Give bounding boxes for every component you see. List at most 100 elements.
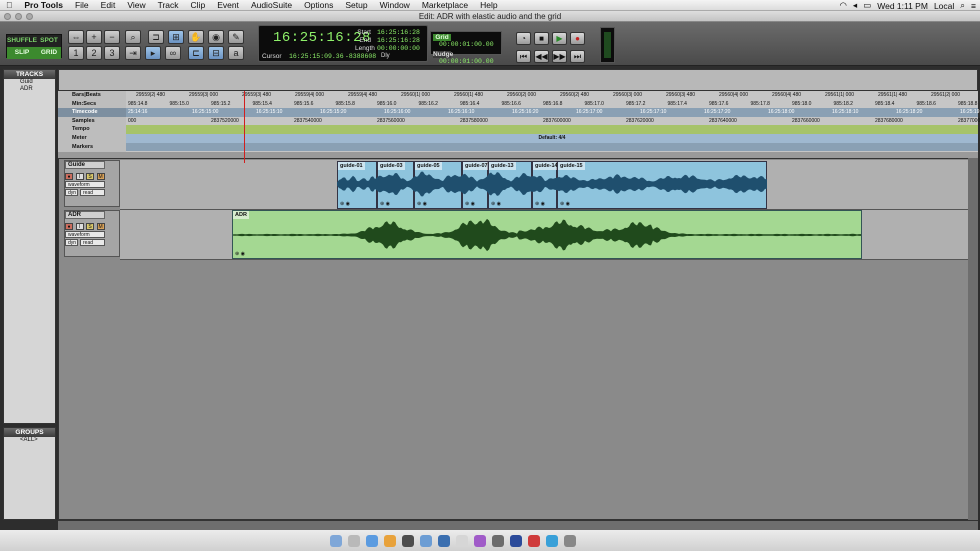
automation-mode[interactable]: read [80,239,105,246]
solo-button[interactable]: S [86,173,95,180]
menu-edit[interactable]: Edit [95,0,122,10]
ruler-bars-beats[interactable]: Bars|Beats [58,91,126,100]
tracks-list-item[interactable]: Guid [4,79,55,86]
menu-track[interactable]: Track [152,0,185,10]
scroll-option-icon[interactable]: ⇥ [125,46,141,60]
tracks-panel-title[interactable]: TRACKS [4,70,55,79]
link-timeline-icon[interactable]: ∞ [165,46,181,60]
trash-icon[interactable] [564,535,576,547]
itunes-icon[interactable] [474,535,486,547]
universe-view[interactable] [58,69,978,91]
menu-clip[interactable]: Clip [185,0,212,10]
ruler-samples[interactable]: Samples [58,117,126,126]
launchpad-icon[interactable] [348,535,360,547]
insertion-follows-playback-icon[interactable]: ▸ [145,46,161,60]
nudge-value[interactable]: 00:00:01:00.00 [439,58,494,65]
rewind-icon[interactable]: ◀◀ [534,50,549,63]
track-name[interactable]: Guide [65,161,105,169]
tab-to-transient-icon[interactable]: ⊏ [188,46,204,60]
fast-forward-icon[interactable]: ▶▶ [552,50,567,63]
menu-view[interactable]: View [121,0,151,10]
elastic-mode[interactable]: dyn [65,189,78,196]
app-store-icon[interactable] [438,535,450,547]
grid-value[interactable]: 00:00:01:00.00 [439,41,494,48]
finder-icon[interactable] [330,535,342,547]
clock[interactable]: Wed 1:11 PM [877,1,928,11]
menu-help[interactable]: Help [474,0,503,10]
acrobat-icon[interactable] [528,535,540,547]
menu-audiosuite[interactable]: AudioSuite [245,0,298,10]
zoomer-tool-icon[interactable]: ⌕ [125,30,141,44]
horizontal-scrollbar[interactable] [58,520,978,530]
nudge-label[interactable]: Nudge [433,51,453,58]
menu-options[interactable]: Options [298,0,339,10]
elastic-mode[interactable]: dyn [65,239,78,246]
groups-panel-title[interactable]: GROUPS [4,428,55,437]
close-icon[interactable] [4,13,11,20]
input-monitor-icon[interactable]: I [75,223,84,230]
timeline-rulers[interactable]: 29559|2| 480 29559|3| 000 29559|3| 480 2955… [126,91,980,152]
firefox-icon[interactable] [384,535,396,547]
zoom-preset-3[interactable]: 3 [104,46,120,60]
solo-button[interactable]: S [86,223,95,230]
settings-icon[interactable] [456,535,468,547]
zoom-in-icon[interactable]: + [86,30,102,44]
battery-icon[interactable]: ▭ [863,0,871,11]
automation-mode[interactable]: read [80,189,105,196]
track-view-select[interactable]: waveform [65,231,105,238]
mode-shuffle[interactable]: SHUFFLE [7,35,37,47]
pencil-tool-icon[interactable]: ✎ [228,30,244,44]
volume-icon[interactable]: ◂ [853,0,857,11]
menu-event[interactable]: Event [211,0,245,10]
ruler-markers[interactable]: Markers [58,143,126,152]
mute-button[interactable]: M [96,173,105,180]
record-icon[interactable]: ● [570,32,585,45]
wifi-icon[interactable]: ◠ [839,0,846,11]
menu-pro-tools[interactable]: Pro Tools [18,0,69,10]
record-enable-icon[interactable]: ● [65,173,73,180]
return-to-zero-icon[interactable]: ⏮ [516,50,531,63]
mode-slip[interactable]: SLIP [7,47,37,59]
safari-icon[interactable] [366,535,378,547]
tracks-list-item[interactable]: ADR [4,86,55,93]
spotlight-icon[interactable]: ⌕ [960,0,965,11]
trim-tool-icon[interactable]: ⊐ [148,30,164,44]
menu-file[interactable]: File [69,0,95,10]
terminal-icon[interactable] [492,535,504,547]
length-value[interactable]: 00:00:00:00 [377,45,420,53]
stop-icon[interactable]: ■ [534,32,549,45]
mirror-midi-icon[interactable]: ⊟ [208,46,224,60]
keyboard-focus-icon[interactable]: a [228,46,244,60]
scrubber-tool-icon[interactable]: ◉ [208,30,224,44]
minimize-icon[interactable] [15,13,22,20]
pro-tools-icon[interactable] [402,535,414,547]
mail-icon[interactable] [420,535,432,547]
aftereffects-icon[interactable] [510,535,522,547]
menu-setup[interactable]: Setup [339,0,373,10]
smart-tool-icon[interactable]: ⊞ [168,30,184,44]
zoom-out-icon[interactable]: − [104,30,120,44]
delay-compensation[interactable]: Dly [381,53,390,59]
track-name[interactable]: ADR [65,211,105,219]
start-value[interactable]: 16:25:16:28 [377,29,420,37]
ruler-meter[interactable]: Meter [58,134,126,143]
zoom-toggle-icon[interactable]: ⇔ [68,30,84,44]
zoom-icon[interactable] [26,13,33,20]
play-icon[interactable]: ▶ [552,32,567,45]
online-icon[interactable]: ◔ [516,32,531,45]
go-to-end-icon[interactable]: ⏭ [570,50,585,63]
ruler-tempo[interactable]: Tempo [58,125,126,134]
apple-menu-icon[interactable]:  [0,0,18,10]
ruler-min-secs[interactable]: Min:Secs [58,100,126,109]
grid-label[interactable]: Grid [433,34,451,41]
user-menu[interactable]: Local [934,1,954,11]
ruler-timecode[interactable]: Timecode [58,108,126,117]
record-enable-icon[interactable]: ● [65,223,73,230]
groups-list-item[interactable]: <ALL> [4,437,55,444]
skype-icon[interactable] [546,535,558,547]
notifications-icon[interactable]: ≡ [971,1,976,11]
mode-grid[interactable]: GRID [36,47,61,59]
end-value[interactable]: 16:25:16:28 [377,37,420,45]
zoom-preset-2[interactable]: 2 [86,46,102,60]
input-monitor-icon[interactable]: I [75,173,84,180]
